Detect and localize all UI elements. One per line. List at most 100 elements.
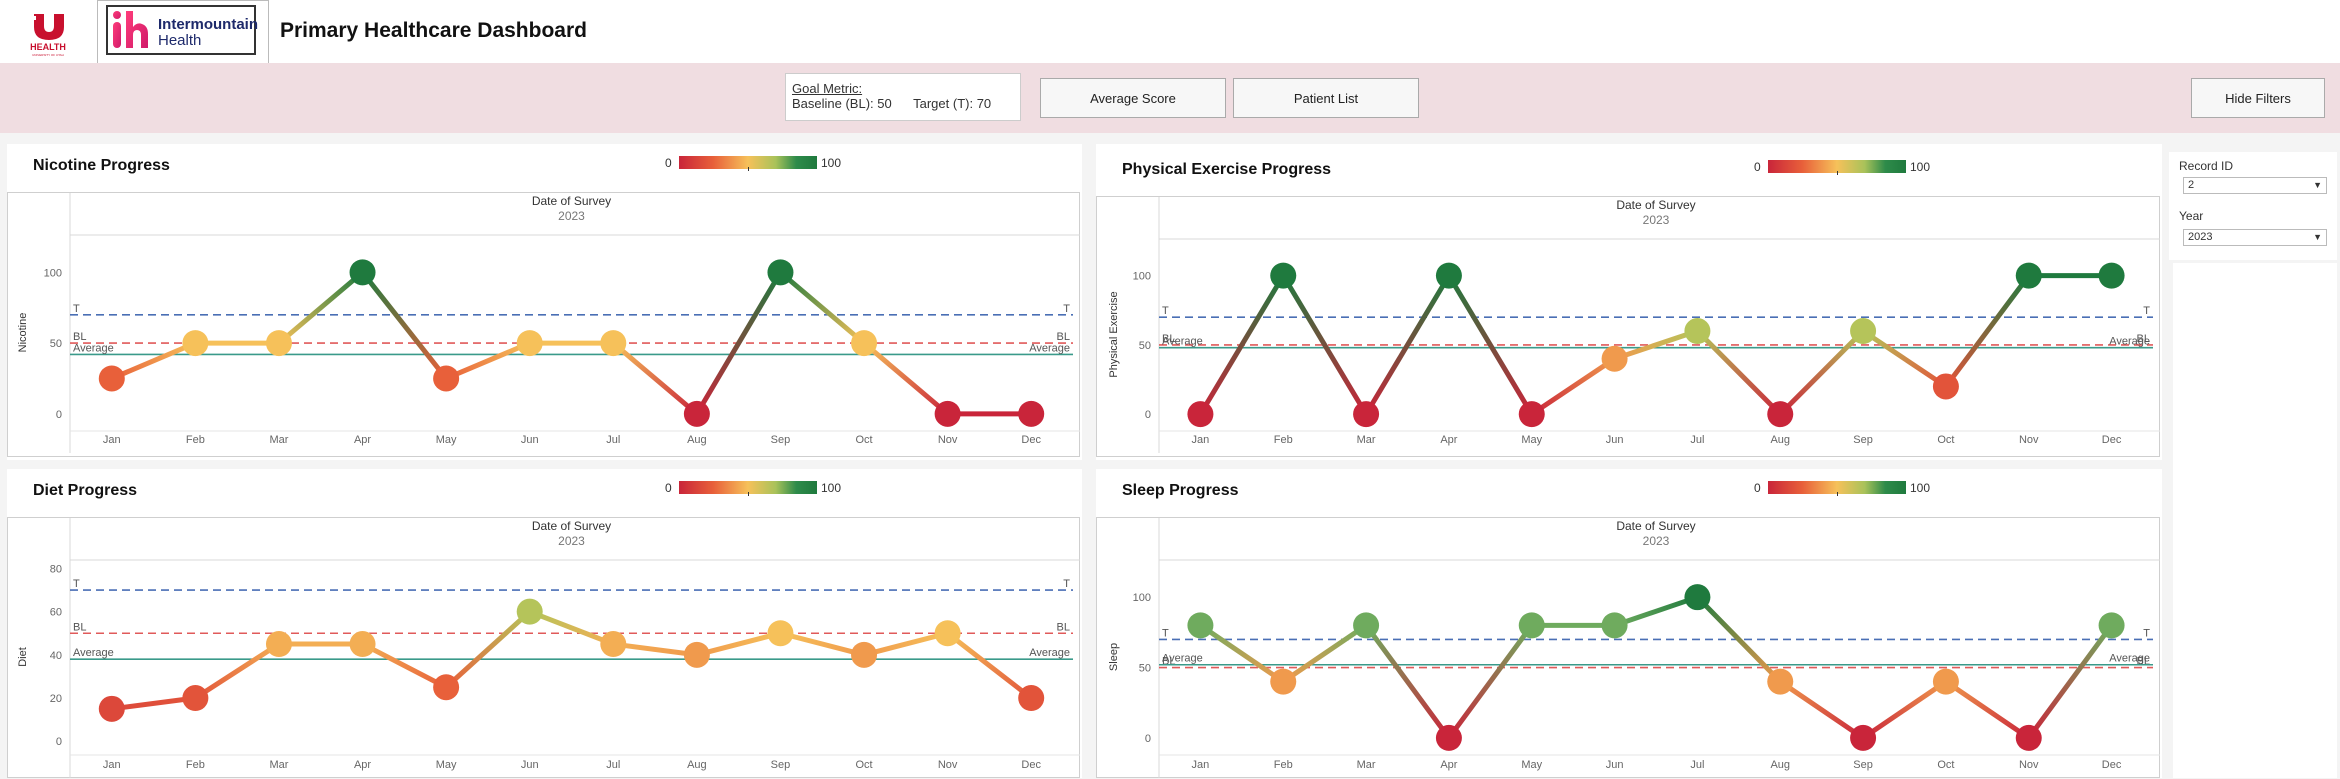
data-point <box>934 620 961 647</box>
x-tick-label: Dec <box>2102 759 2122 771</box>
series-line-segment <box>777 269 867 346</box>
intermountain-health-logo: Intermountain Health <box>97 0 269 64</box>
average-label-left: Average <box>1162 336 1203 348</box>
y-tick-label: 50 <box>1139 663 1151 675</box>
data-point <box>516 598 543 625</box>
chart-header-label: Date of Survey <box>532 194 611 208</box>
x-tick-label: Sep <box>1853 759 1873 771</box>
chart-year-label: 2023 <box>1643 534 1670 548</box>
baseline-label-right: BL <box>1057 331 1070 343</box>
record-id-value: 2 <box>2188 179 2195 191</box>
x-tick-label: Oct <box>855 434 872 446</box>
data-point <box>1932 668 1959 695</box>
data-point <box>1435 262 1462 289</box>
ih-logo-text-line1: Intermountain <box>158 16 258 33</box>
data-point <box>1518 612 1545 639</box>
chart-header-label: Date of Survey <box>1616 198 1695 212</box>
x-tick-label: Aug <box>1770 759 1790 771</box>
toolbar: Goal Metric: Baseline (BL): 50 Target (T… <box>0 63 2340 133</box>
average-label-right: Average <box>1029 647 1070 659</box>
series-line-segment <box>360 641 449 690</box>
patient-list-button[interactable]: Patient List <box>1233 78 1419 118</box>
series-line-segment <box>192 641 282 701</box>
chevron-down-icon: ▼ <box>2313 232 2322 242</box>
x-tick-label: Jun <box>1606 434 1624 446</box>
data-point <box>1601 345 1628 372</box>
target-label-left: T <box>1162 305 1169 317</box>
legend-max: 100 <box>821 156 842 170</box>
data-point <box>1767 401 1794 428</box>
color-legend: 0 100 <box>665 479 855 497</box>
data-point <box>1353 612 1380 639</box>
average-label-left: Average <box>73 647 114 659</box>
series-line-segment <box>360 269 449 381</box>
x-tick-label: Dec <box>1021 759 1041 771</box>
goal-metric-title: Goal Metric: <box>792 81 863 96</box>
average-label-left: Average <box>73 342 114 354</box>
legend-max: 100 <box>1910 160 1931 174</box>
x-tick-label: Jul <box>606 759 620 771</box>
x-tick-label: Nov <box>2019 759 2039 771</box>
color-legend: 0 100 <box>1754 158 1944 176</box>
data-point <box>2015 262 2042 289</box>
x-tick-label: Jan <box>1192 434 1210 446</box>
record-id-label: Record ID <box>2179 159 2234 173</box>
chart-header-label: Date of Survey <box>1616 519 1695 533</box>
y-tick-label: 50 <box>50 338 62 350</box>
data-point <box>516 330 543 357</box>
y-tick-label: 100 <box>1133 271 1151 283</box>
x-tick-label: May <box>1521 434 1542 446</box>
series-line-segment <box>443 609 533 690</box>
y-tick-label: 50 <box>1139 340 1151 352</box>
average-score-button[interactable]: Average Score <box>1040 78 1226 118</box>
data-point <box>1270 262 1297 289</box>
data-point <box>98 695 125 722</box>
uh-logo-subtext: UNIVERSITY OF UTAH <box>32 53 64 57</box>
series-line-segment <box>1860 679 1949 741</box>
legend-min: 0 <box>1754 481 1761 495</box>
year-label: Year <box>2179 209 2204 223</box>
x-tick-label: Aug <box>1770 434 1790 446</box>
filters-panel-empty <box>2173 263 2337 778</box>
nicotine-progress-panel: Nicotine Progress 0 100 Date of Survey 20… <box>7 144 1082 460</box>
data-point <box>98 365 125 392</box>
series-line-segment <box>1280 622 1369 685</box>
data-point <box>1018 685 1045 712</box>
data-point <box>767 620 794 647</box>
x-tick-label: Aug <box>687 759 707 771</box>
physical-exercise-progress-panel: Physical Exercise Progress 0 100 Date of… <box>1096 144 2162 460</box>
hide-filters-button[interactable]: Hide Filters <box>2191 78 2325 118</box>
target-label-left: T <box>1162 627 1169 639</box>
y-axis-title: Diet <box>17 647 29 667</box>
data-point <box>349 631 376 658</box>
data-point <box>182 685 209 712</box>
series-line-segment <box>1612 594 1700 628</box>
data-point <box>1187 612 1214 639</box>
data-point <box>1353 401 1380 428</box>
y-tick-label: 20 <box>50 693 62 705</box>
x-tick-label: May <box>436 434 457 446</box>
target-text: Target (T): 70 <box>913 96 992 111</box>
data-point <box>349 259 376 286</box>
data-point <box>182 330 209 357</box>
data-point <box>1601 612 1628 639</box>
chart-area: Date of Survey 2023 Physical Exercise 0 50 10… <box>1096 196 2160 457</box>
series-line-segment <box>276 269 366 346</box>
x-tick-label: Dec <box>1021 434 1041 446</box>
data-point <box>934 400 961 427</box>
chart-year-label: 2023 <box>558 209 585 223</box>
baseline-text: Baseline (BL): 50 <box>792 96 892 111</box>
target-label-right: T <box>2143 305 2150 317</box>
year-select[interactable]: 2023 ▼ <box>2183 229 2327 246</box>
record-id-select[interactable]: 2 ▼ <box>2183 177 2327 194</box>
data-point <box>1270 668 1297 695</box>
sleep-line-chart: Date of Survey2023Sleep050100T TBL BLAvera… <box>1108 518 2160 778</box>
x-tick-label: Sep <box>771 434 791 446</box>
data-point <box>1435 724 1462 751</box>
series-line-segment <box>1694 328 1783 417</box>
x-tick-label: Apr <box>1440 759 1457 771</box>
target-label-left: T <box>73 303 80 315</box>
y-axis-title: Nicotine <box>17 313 29 353</box>
ih-mark-icon <box>113 11 148 48</box>
data-point <box>1684 318 1711 345</box>
